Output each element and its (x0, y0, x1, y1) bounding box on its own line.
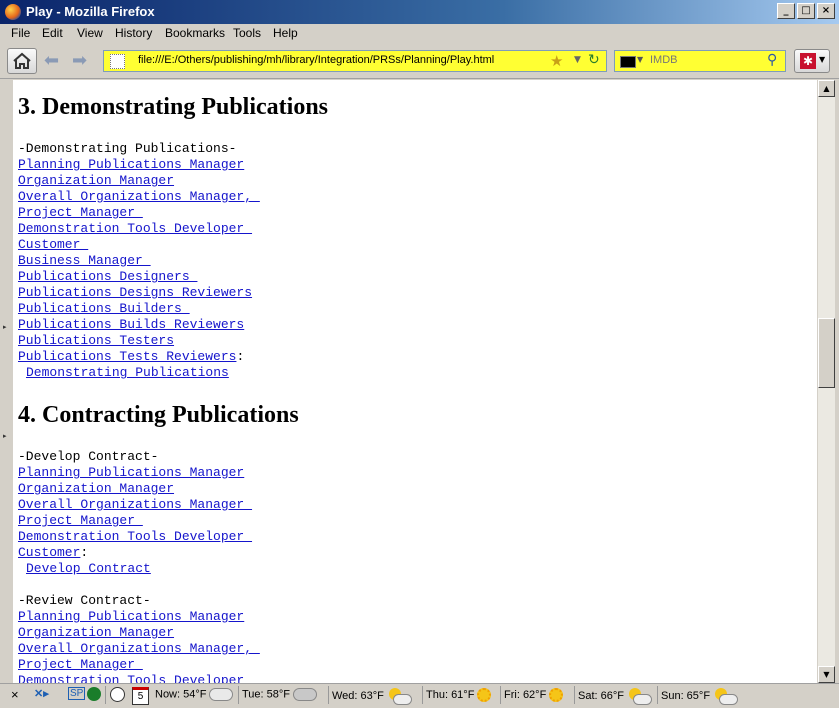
home-button[interactable] (7, 48, 37, 74)
menu-file[interactable]: File (11, 26, 30, 40)
block-label: -Demonstrating Publications- (18, 141, 237, 156)
role-link[interactable]: Organization Manager (18, 481, 174, 496)
role-link[interactable]: Publications Tests Reviewers (18, 349, 236, 364)
menu-view[interactable]: View (77, 26, 103, 40)
weather-thu[interactable]: Thu: 61°F (426, 688, 492, 702)
search-icon[interactable]: ⚲ (767, 52, 777, 68)
green-globe-icon[interactable] (87, 687, 101, 701)
vertical-scrollbar[interactable]: ▲ ▼ (818, 80, 835, 683)
bookmark-star-icon[interactable]: ★ (550, 52, 563, 70)
block-label: -Develop Contract- (18, 449, 159, 464)
weather-tue[interactable]: Tue: 58°F (242, 688, 318, 701)
menu-history[interactable]: History (115, 26, 152, 40)
role-link[interactable]: Publications Builders (18, 301, 190, 316)
partly-sunny-icon (387, 688, 412, 705)
activity-link[interactable]: Demonstrating Publications (26, 365, 229, 380)
role-link[interactable]: Publications Designs Reviewers (18, 285, 252, 300)
develop-contract-block: -Develop Contract- Planning Publications… (18, 449, 817, 593)
role-link[interactable]: Overall Organizations Manager, (18, 189, 260, 204)
cloud-icon (209, 688, 234, 701)
url-bar[interactable]: file:///E:/Others/publishing/mh/library/… (103, 50, 607, 72)
weather-sat[interactable]: Sat: 66°F (578, 688, 652, 705)
addon-dropdown-icon: ▼ (819, 55, 826, 64)
xmarks-icon[interactable]: ✕▸ (34, 687, 49, 700)
scroll-up-button[interactable]: ▲ (818, 80, 835, 97)
page-content: 3. Demonstrating Publications -Demonstra… (13, 80, 817, 683)
role-link[interactable]: Overall Organizations Manager, (18, 641, 260, 656)
menu-help[interactable]: Help (273, 26, 298, 40)
back-arrow-icon: ⬅ (44, 50, 60, 71)
role-link[interactable]: Business Manager (18, 253, 151, 268)
role-link[interactable]: Project Manager (18, 513, 143, 528)
forward-arrow-icon: ➡ (72, 50, 88, 71)
search-engine-dropdown-icon[interactable]: ▼ (637, 55, 643, 64)
window-controls: _ □ × (777, 3, 835, 19)
home-icon (13, 52, 31, 69)
window-title-bar: Play - Mozilla Firefox _ □ × (0, 0, 839, 24)
activity-link[interactable]: Develop Contract (26, 561, 151, 576)
sun-icon (549, 688, 564, 702)
search-placeholder[interactable]: IMDB (650, 54, 678, 66)
weather-wed[interactable]: Wed: 63°F (332, 688, 412, 705)
menu-edit[interactable]: Edit (42, 26, 63, 40)
url-dropdown-icon[interactable]: ▼ (574, 55, 581, 65)
sidebar-grip[interactable]: ▸ ▸ (0, 80, 13, 683)
demonstrating-block: -Demonstrating Publications- Planning Pu… (18, 141, 817, 381)
role-link[interactable]: Planning Publications Manager (18, 465, 244, 480)
clock-icon[interactable] (110, 687, 125, 702)
role-link[interactable]: Project Manager (18, 657, 143, 672)
menu-bar: File Edit View History Bookmarks Tools H… (0, 24, 839, 44)
window-title: Play - Mozilla Firefox (26, 4, 155, 19)
role-link[interactable]: Project Manager (18, 205, 143, 220)
menu-bookmarks[interactable]: Bookmarks (165, 26, 225, 40)
partly-sunny-icon (713, 688, 739, 705)
role-link[interactable]: Customer (18, 237, 88, 252)
site-identity-icon[interactable] (110, 54, 125, 69)
role-link[interactable]: Organization Manager (18, 625, 174, 640)
sp-icon[interactable]: SP (68, 687, 86, 700)
section-heading-3: 3. Demonstrating Publications (18, 94, 329, 120)
rain-cloud-icon (293, 688, 318, 701)
role-link[interactable]: Demonstration Tools Developer (18, 673, 244, 683)
weather-now[interactable]: Now: 54°F (155, 688, 234, 701)
section-heading-4: 4. Contracting Publications (18, 402, 299, 428)
firefox-icon (5, 4, 21, 20)
maximize-button[interactable]: □ (797, 3, 815, 19)
review-contract-block: -Review Contract- Planning Publications … (18, 593, 817, 683)
status-bar: × ✕▸ SP 5 Now: 54°F Tue: 58°F Wed: 63°F … (0, 683, 839, 708)
back-button[interactable]: ⬅ (44, 48, 72, 74)
role-link[interactable]: Publications Testers (18, 333, 174, 348)
sun-icon (477, 688, 492, 702)
block-label: -Review Contract- (18, 593, 151, 608)
partly-sunny-icon (627, 688, 652, 705)
search-bar[interactable]: ▼ IMDB ⚲ (614, 50, 786, 72)
search-engine-icon[interactable] (620, 56, 636, 68)
scroll-down-button[interactable]: ▼ (818, 666, 835, 683)
addon-button[interactable]: ✱ ▼ (794, 49, 830, 73)
scroll-thumb[interactable] (818, 318, 835, 388)
role-link[interactable]: Overall Organizations Manager (18, 497, 252, 512)
role-link[interactable]: Customer (18, 545, 80, 560)
colon: : (236, 349, 245, 364)
close-button[interactable]: × (817, 3, 835, 19)
addon-icon: ✱ (800, 53, 816, 69)
weather-sun[interactable]: Sun: 65°F (661, 688, 739, 705)
role-link[interactable]: Planning Publications Manager (18, 609, 244, 624)
forward-button[interactable]: ➡ (72, 48, 98, 74)
role-link[interactable]: Organization Manager (18, 173, 174, 188)
close-addon-bar-icon[interactable]: × (11, 687, 19, 702)
minimize-button[interactable]: _ (777, 3, 795, 19)
role-link[interactable]: Demonstration Tools Developer (18, 221, 252, 236)
url-text[interactable]: file:///E:/Others/publishing/mh/library/… (138, 54, 494, 66)
weather-fri[interactable]: Fri: 62°F (504, 688, 564, 702)
role-link[interactable]: Publications Builds Reviewers (18, 317, 244, 332)
calendar-icon[interactable]: 5 (132, 687, 149, 705)
role-link[interactable]: Planning Publications Manager (18, 157, 244, 172)
reload-icon[interactable]: ↻ (588, 52, 600, 68)
colon: : (80, 545, 89, 560)
role-link[interactable]: Demonstration Tools Developer (18, 529, 252, 544)
menu-tools[interactable]: Tools (233, 26, 261, 40)
role-link[interactable]: Publications Designers (18, 269, 197, 284)
